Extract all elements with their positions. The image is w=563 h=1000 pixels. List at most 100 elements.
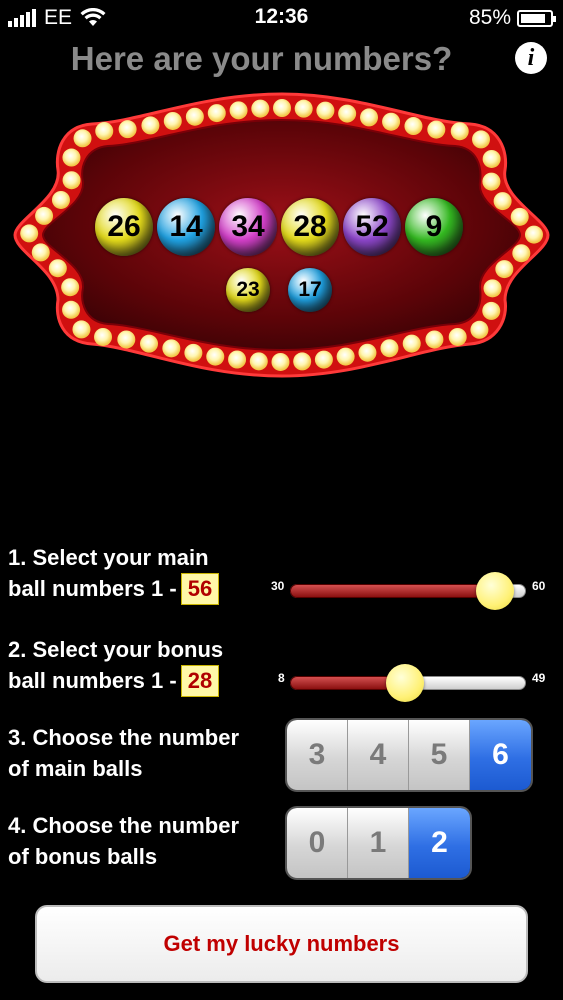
main-count-label-line2: of main balls [8, 756, 143, 781]
bonus-count-label-line2: of bonus balls [8, 844, 158, 869]
main-count-option-4[interactable]: 4 [348, 720, 409, 790]
marquee-bulb [510, 207, 529, 226]
bonus-count-option-2[interactable]: 2 [409, 808, 470, 878]
marquee-bulb [229, 101, 248, 120]
marquee-bulb [524, 225, 543, 244]
marquee-bulb [450, 122, 469, 141]
bonus-ball: 23 [226, 268, 270, 312]
main-count-segmented-control: 3456 [285, 718, 533, 792]
marquee-bulb [482, 172, 501, 191]
marquee-bulb [31, 243, 50, 262]
marquee-bulb [251, 99, 270, 118]
marquee-bulb [360, 108, 379, 127]
main-count-label-line1: 3. Choose the number [8, 725, 240, 750]
bonus-count-option-0[interactable]: 0 [287, 808, 348, 878]
marquee-bulb [61, 278, 80, 297]
marquee-bulb [482, 301, 501, 320]
marquee-bulb [185, 107, 204, 126]
main-range-label: 1. Select your main ball numbers 1 -56 [8, 542, 220, 605]
marquee-bulb [73, 129, 92, 148]
marquee-bulb [483, 279, 502, 298]
marquee-bulb [62, 148, 81, 167]
main-ball: 52 [343, 198, 401, 256]
main-count-option-6[interactable]: 6 [470, 720, 531, 790]
main-ball-number: 14 [169, 210, 203, 243]
marquee-bulb [448, 327, 467, 346]
bonus-range-value: 28 [180, 665, 220, 697]
marquee-bulb [294, 99, 313, 118]
main-ball: 14 [157, 198, 215, 256]
bonus-count-option-1[interactable]: 1 [348, 808, 409, 878]
marquee-bulb [94, 327, 113, 346]
main-count-option-5[interactable]: 5 [409, 720, 470, 790]
main-ball: 9 [405, 198, 463, 256]
main-slider-min: 30 [271, 579, 285, 593]
main-count-option-3[interactable]: 3 [287, 720, 348, 790]
bonus-ball-number: 23 [236, 278, 260, 301]
marquee-bulb [338, 104, 357, 123]
marquee-bulb [427, 120, 446, 139]
main-range-label-line2: ball numbers 1 - [8, 576, 177, 601]
get-lucky-numbers-button[interactable]: Get my lucky numbers [35, 905, 528, 983]
bonus-slider-max: 49 [532, 671, 546, 685]
marquee-bulb [316, 101, 335, 120]
marquee-bulb [35, 206, 54, 225]
bonus-range-label-line2: ball numbers 1 - [8, 668, 177, 693]
bonus-ball: 17 [288, 268, 332, 312]
marquee-bulb [206, 347, 225, 366]
marquee-bulb [62, 300, 81, 319]
bonus-count-segmented-control: 012 [285, 806, 472, 880]
main-ball-number: 26 [107, 210, 141, 243]
marquee-bulb [141, 116, 160, 135]
marquee-bulb [51, 190, 70, 209]
marquee-bulb [512, 244, 531, 263]
marquee-bulb [249, 352, 268, 371]
marquee-bulb [472, 130, 491, 149]
marquee-frame: 26 14 34 28 52 9 23 17 [0, 80, 563, 390]
marquee-bulb [95, 122, 114, 141]
page-title: Here are your numbers? [70, 40, 453, 77]
marquee-bulb [358, 343, 377, 362]
marquee-bulb [495, 260, 514, 279]
marquee-bulb [273, 99, 291, 117]
main-ball-number: 34 [231, 210, 265, 243]
marquee-bulb [382, 112, 401, 131]
main-ball: 26 [95, 198, 153, 256]
bonus-range-slider[interactable] [290, 664, 526, 702]
marquee-bulb [118, 120, 137, 139]
main-range-value: 56 [180, 573, 220, 605]
bonus-count-label: 4. Choose the number of bonus balls [8, 810, 239, 872]
bonus-ball-number: 17 [298, 278, 322, 301]
marquee-bulb [184, 343, 203, 362]
main-range-slider[interactable] [290, 572, 526, 610]
main-range-label-line1: 1. Select your main [8, 545, 209, 570]
bonus-slider-min: 8 [278, 671, 285, 685]
marquee-bulb [72, 320, 91, 339]
marquee-bulb [482, 149, 501, 168]
marquee-bulb [207, 104, 226, 123]
marquee-bulb [20, 224, 39, 243]
slider-thumb[interactable] [386, 664, 425, 702]
marquee-bulb [162, 339, 181, 358]
marquee-bulb [402, 334, 421, 353]
marquee-bulb [163, 111, 182, 130]
marquee-bulb [271, 352, 290, 371]
battery-percent: 85% [468, 6, 511, 29]
marquee-bulb [228, 350, 247, 369]
marquee-bulb [140, 334, 159, 353]
slider-thumb[interactable] [475, 572, 514, 610]
marquee-bulb [470, 320, 489, 339]
bonus-count-label-line1: 4. Choose the number [8, 813, 240, 838]
main-ball-number: 52 [355, 210, 389, 243]
info-button[interactable]: i [515, 42, 547, 74]
main-ball-number: 28 [293, 210, 327, 243]
bonus-range-label-line1: 2. Select your bonus [8, 637, 224, 662]
marquee-bulb [336, 347, 355, 366]
main-slider-max: 60 [532, 579, 546, 593]
marquee-bulb [48, 259, 67, 278]
main-ball-number: 9 [425, 210, 443, 243]
marquee-bulb [314, 350, 333, 369]
main-count-label: 3. Choose the number of main balls [8, 722, 239, 784]
marquee-bulb [380, 339, 399, 358]
marquee-bulb [493, 192, 512, 211]
